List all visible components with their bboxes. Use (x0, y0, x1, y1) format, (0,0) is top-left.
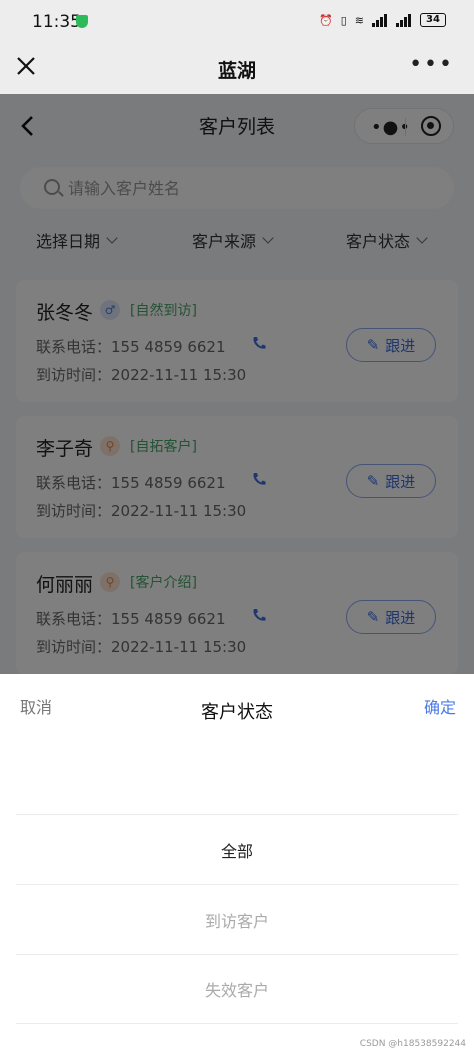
signal-icon (372, 13, 388, 27)
app-title: 蓝湖 (217, 60, 256, 82)
picker-option-invalid[interactable]: 失效客户 (16, 954, 458, 1024)
wifi-icon: ≋ (354, 13, 364, 27)
picker-option-visited[interactable]: 到访客户 (16, 884, 458, 954)
status-icons: ⏰ ▯ ≋ 34 (319, 13, 446, 27)
status-bar: 11:35 ⏰ ▯ ≋ 34 (0, 0, 474, 42)
app-bar: 蓝湖 ••• (0, 42, 474, 94)
battery-icon: 34 (420, 13, 446, 27)
alarm-icon: ⏰ (319, 13, 333, 27)
watermark: CSDN @h18538592244 (359, 1039, 466, 1049)
status-picker-sheet: 取消 客户状态 确定 全部 到访客户 失效客户 CSDN @h185385922… (0, 674, 474, 1053)
more-icon[interactable]: ••• (409, 54, 454, 76)
confirm-button[interactable]: 确定 (424, 694, 456, 718)
picker-option-all[interactable]: 全部 (16, 814, 458, 884)
shield-icon (76, 15, 88, 28)
signal-icon-2 (396, 13, 412, 27)
picker-title: 客户状态 (201, 702, 273, 723)
vibrate-icon: ▯ (340, 13, 347, 27)
status-time: 11:35 (32, 12, 81, 32)
